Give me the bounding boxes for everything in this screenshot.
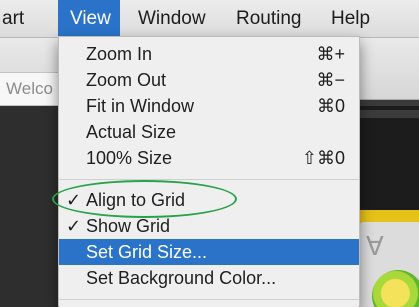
menu-item-label: Actual Size: [86, 122, 177, 142]
v-symbol-icon: ∀: [366, 232, 384, 262]
menu-help[interactable]: Help: [331, 0, 370, 38]
view-menu-dropdown: Zoom In ⌘+ Zoom Out ⌘− Fit in Window ⌘0 …: [58, 36, 360, 307]
menu-item-label: 100% Size: [86, 148, 173, 168]
menu-separator: [59, 299, 359, 300]
menu-item-label: Set Grid Size...: [86, 242, 208, 262]
menu-routing[interactable]: Routing: [236, 0, 302, 38]
menu-item-label: Set Background Color...: [86, 268, 277, 288]
menu-item-100-size[interactable]: 100% Size ⇧⌘0: [59, 145, 359, 171]
menu-item-label: Zoom Out: [86, 70, 167, 90]
shortcut-label: ⇧⌘0: [301, 148, 345, 168]
menu-item-show-grid[interactable]: ✓ Show Grid: [59, 213, 359, 239]
menu-item-fit-in-window[interactable]: Fit in Window ⌘0: [59, 93, 359, 119]
menu-item-zoom-in[interactable]: Zoom In ⌘+: [59, 41, 359, 67]
shortcut-label: ⌘+: [316, 44, 345, 64]
menu-item-label: Zoom In: [86, 44, 153, 64]
menu-view[interactable]: View: [58, 0, 120, 38]
menu-start[interactable]: art: [0, 0, 52, 38]
shortcut-label: ⌘−: [316, 70, 345, 90]
shortcut-label: ⌘0: [316, 96, 345, 116]
checkmark-icon: ✓: [66, 216, 82, 236]
menu-item-actual-size[interactable]: Actual Size: [59, 119, 359, 145]
menu-separator: [59, 179, 359, 180]
annotation-ellipse: [52, 180, 237, 218]
menu-window[interactable]: Window: [138, 0, 206, 38]
menu-item-set-background-color[interactable]: Set Background Color...: [59, 265, 359, 291]
menu-item-set-grid-size[interactable]: Set Grid Size...: [59, 239, 359, 265]
menu-bar: art View Window Routing Help: [0, 0, 419, 38]
menu-item-label: Fit in Window: [86, 96, 195, 116]
menu-item-zoom-out[interactable]: Zoom Out ⌘−: [59, 67, 359, 93]
